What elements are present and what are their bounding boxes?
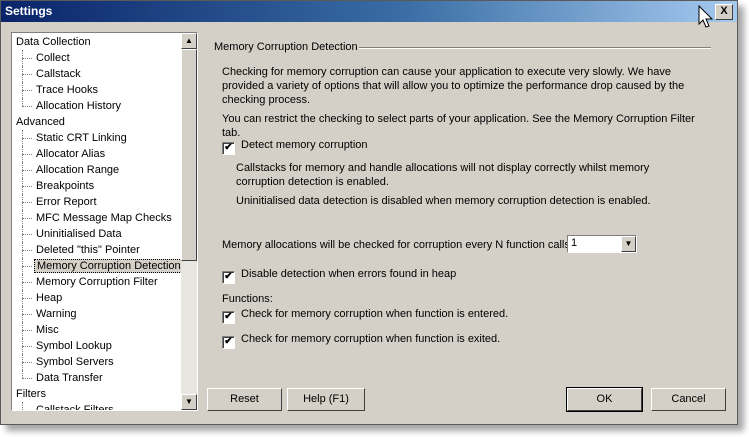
tree-item[interactable]: Heap xyxy=(14,290,182,306)
title-bar: Settings X xyxy=(1,1,737,22)
settings-dialog: Settings X Data Collection Collect Callsta… xyxy=(0,0,738,425)
tree-item[interactable]: Error Report xyxy=(14,194,182,210)
tree-item[interactable]: Uninitialised Data xyxy=(14,226,182,242)
disable-detection-checkbox[interactable]: ✔ xyxy=(222,271,235,284)
function-entered-row[interactable]: ✔ Check for memory corruption when functi… xyxy=(222,307,509,324)
group-divider xyxy=(359,47,711,49)
function-exited-checkbox[interactable]: ✔ xyxy=(222,336,235,349)
help-button[interactable]: Help (F1) xyxy=(287,388,365,411)
combo-dropdown-button[interactable]: ▼ xyxy=(621,236,636,252)
tree-item[interactable]: Memory Corruption Detection xyxy=(14,258,184,274)
restrict-text: You can restrict the checking to select … xyxy=(222,113,695,139)
tree-item[interactable]: Symbol Servers xyxy=(14,354,182,370)
tree-list: Data Collection Collect Callstack Trace Hoo… xyxy=(14,34,184,411)
tree-item-label: Symbol Servers xyxy=(36,356,114,368)
tree-item[interactable]: MFC Message Map Checks xyxy=(14,210,182,226)
reset-button[interactable]: Reset xyxy=(207,388,282,411)
interval-combo[interactable]: 1 ▼ xyxy=(567,235,637,253)
tree-item-label: MFC Message Map Checks xyxy=(36,212,172,224)
uninitialised-note: Uninitialised data detection is disabled… xyxy=(236,195,651,207)
window-title: Settings xyxy=(5,4,53,18)
tree-scrollbar[interactable]: ▲ ▼ xyxy=(181,33,197,410)
tree-item-label: Static CRT Linking xyxy=(36,132,127,144)
disable-detection-row[interactable]: ✔ Disable detection when errors found in … xyxy=(222,267,457,284)
tree-item-label: Callstack xyxy=(36,68,81,80)
tree-item[interactable]: Warning xyxy=(14,306,182,322)
callstack-note: Callstacks for memory and handle allocat… xyxy=(236,162,650,188)
tree-item-label: Breakpoints xyxy=(36,180,95,192)
interval-value: 1 xyxy=(571,237,578,249)
detect-corruption-label: Detect memory corruption xyxy=(241,139,368,151)
tree-item[interactable]: Collect xyxy=(14,50,182,66)
tree-item[interactable]: Breakpoints xyxy=(14,178,182,194)
function-exited-row[interactable]: ✔ Check for memory corruption when functi… xyxy=(222,332,501,349)
mouse-cursor-icon xyxy=(698,5,714,28)
tree-item-label: Heap xyxy=(36,292,63,304)
tree-item-label: Error Report xyxy=(36,196,97,208)
group-title: Memory Corruption Detection xyxy=(214,41,358,53)
disable-detection-label: Disable detection when errors found in h… xyxy=(241,268,457,280)
tree-item-label: Symbol Lookup xyxy=(36,340,112,352)
tree-item-label: Allocator Alias xyxy=(36,148,106,160)
tree-item[interactable]: Allocation History xyxy=(14,98,182,114)
tree-item-label: Callstack Filters xyxy=(36,404,114,411)
tree-item[interactable]: Memory Corruption Filter xyxy=(14,274,182,290)
functions-label: Functions: xyxy=(222,293,273,305)
tree-item[interactable]: Data Transfer xyxy=(14,370,182,386)
detect-corruption-row[interactable]: ✔ Detect memory corruption xyxy=(222,138,368,155)
function-entered-checkbox[interactable]: ✔ xyxy=(222,311,235,324)
close-button[interactable]: X xyxy=(715,4,733,20)
tree-item-label: Deleted "this" Pointer xyxy=(36,244,140,256)
tree-item-label: Memory Corruption Filter xyxy=(36,276,158,288)
tree-item[interactable]: Allocator Alias xyxy=(14,146,182,162)
scroll-down-button[interactable]: ▼ xyxy=(181,394,197,410)
tree-item-label: Allocation Range xyxy=(36,164,120,176)
tree-item-label: Warning xyxy=(36,308,77,320)
settings-tree[interactable]: Data Collection Collect Callstack Trace Hoo… xyxy=(11,32,198,411)
intro-text: Checking for memory corruption can cause… xyxy=(222,66,685,106)
tree-item-label: Advanced xyxy=(16,116,65,128)
tree-item-label: Trace Hooks xyxy=(36,84,98,96)
ok-button[interactable]: OK xyxy=(566,387,643,412)
tree-item[interactable]: Static CRT Linking xyxy=(14,130,182,146)
tree-item[interactable]: Misc xyxy=(14,322,182,338)
tree-item[interactable]: Symbol Lookup xyxy=(14,338,182,354)
tree-item[interactable]: Trace Hooks xyxy=(14,82,182,98)
interval-label: Memory allocations will be checked for c… xyxy=(222,239,573,251)
tree-item-label: Memory Corruption Detection xyxy=(34,259,184,273)
tree-item[interactable]: Deleted "this" Pointer xyxy=(14,242,182,258)
tree-item-label: Collect xyxy=(36,52,70,64)
scroll-up-button[interactable]: ▲ xyxy=(181,33,197,49)
tree-item-label: Misc xyxy=(36,324,59,336)
tree-item[interactable]: Filters xyxy=(14,386,182,402)
scroll-thumb[interactable] xyxy=(181,49,197,261)
function-exited-label: Check for memory corruption when functio… xyxy=(241,333,501,345)
tree-item-label: Filters xyxy=(16,388,46,400)
tree-item[interactable]: Advanced xyxy=(14,114,182,130)
cancel-button[interactable]: Cancel xyxy=(651,388,726,411)
tree-item[interactable]: Data Collection xyxy=(14,34,182,50)
detect-corruption-checkbox[interactable]: ✔ xyxy=(222,142,235,155)
tree-item-label: Data Transfer xyxy=(36,372,103,384)
tree-item-label: Uninitialised Data xyxy=(36,228,122,240)
tree-item[interactable]: Callstack xyxy=(14,66,182,82)
tree-item[interactable]: Allocation Range xyxy=(14,162,182,178)
tree-item-label: Allocation History xyxy=(36,100,121,112)
tree-item[interactable]: Callstack Filters xyxy=(14,402,182,411)
tree-item-label: Data Collection xyxy=(16,36,91,48)
function-entered-label: Check for memory corruption when functio… xyxy=(241,308,509,320)
